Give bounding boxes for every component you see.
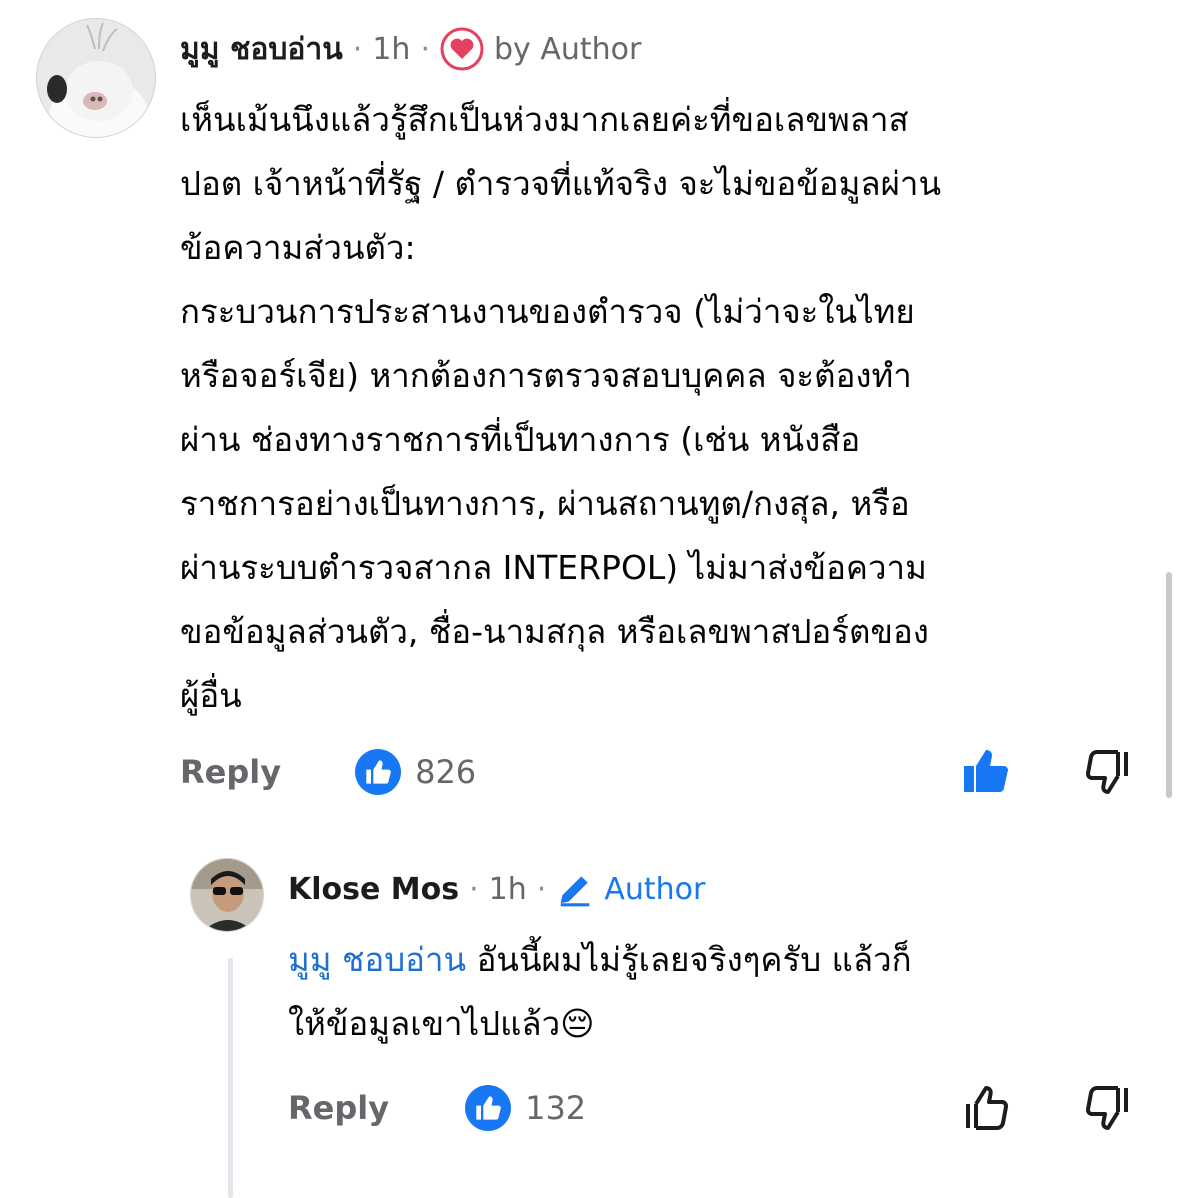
like-count: 132 [525, 1089, 587, 1127]
separator-dot: · [352, 31, 363, 67]
comment-meta: มูมู ชอบอ่าน · 1h · by Author [180, 26, 641, 72]
avatar[interactable] [190, 858, 264, 932]
comment-meta: Klose Mos · 1h · Author [288, 866, 705, 912]
guinea-pig-avatar-image [37, 19, 155, 137]
timestamp[interactable]: 1h [489, 872, 527, 907]
liked-by-author-badge: by Author [440, 27, 641, 71]
badge-label: Author [604, 871, 706, 907]
like-reaction-icon [465, 1085, 512, 1131]
reply-button[interactable]: Reply [288, 1089, 389, 1127]
author-name[interactable]: มูมู ชอบอ่าน [180, 26, 343, 73]
avatar[interactable] [36, 18, 156, 138]
separator-dot: · [536, 871, 547, 907]
thumb-up-filled-icon[interactable] [962, 748, 1010, 798]
thread-connector-line [228, 958, 233, 1198]
profile-photo-image [191, 859, 263, 931]
thumb-up-outline-icon[interactable] [962, 1084, 1010, 1136]
separator-dot: · [469, 871, 479, 907]
author-name[interactable]: Klose Mos [288, 872, 459, 907]
comment-text-line: ให้ข้อมูลเขาไปแล้ว😔 [288, 1004, 595, 1043]
thumb-down-outline-icon[interactable] [1084, 1084, 1132, 1136]
comment-text-line: อันนี้ผมไม่รู้เลยจริงๆครับ แล้วก็ [466, 940, 912, 979]
badge-label: by Author [494, 31, 642, 67]
like-reaction-icon [355, 749, 402, 795]
comment-text: เห็นเม้นนึงแล้วรู้สึกเป็นห่วงมากเลยค่ะที… [180, 100, 942, 715]
pencil-icon [561, 876, 590, 907]
reply-button[interactable]: Reply [180, 753, 281, 791]
comment-actions: Reply 826 [180, 748, 476, 796]
comment-actions: Reply 132 [288, 1084, 586, 1132]
scrollbar[interactable] [1166, 572, 1172, 798]
mention-link[interactable]: มูมู ชอบอ่าน [288, 940, 466, 979]
thumb-down-outline-icon[interactable] [1084, 748, 1132, 800]
separator-dot: · [420, 31, 430, 67]
comment-text: มูมู ชอบอ่าน อันนี้ผมไม่รู้เลยจริงๆครับ … [288, 928, 1148, 1056]
reaction-summary[interactable]: 132 [465, 1085, 586, 1131]
reaction-summary[interactable]: 826 [355, 749, 476, 795]
like-count: 826 [415, 753, 477, 791]
heart-icon [440, 27, 484, 71]
author-badge: Author [556, 870, 705, 908]
timestamp[interactable]: 1h [372, 32, 410, 67]
